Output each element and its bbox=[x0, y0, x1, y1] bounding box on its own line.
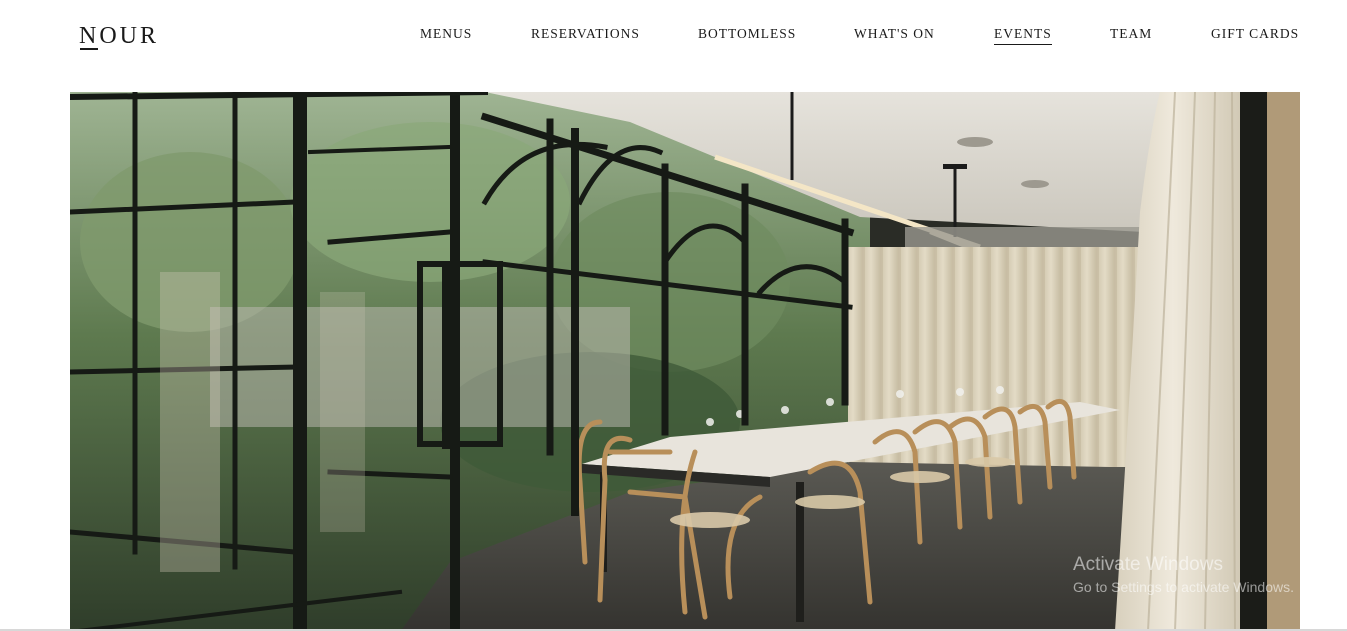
nav-reservations[interactable]: RESERVATIONS bbox=[531, 25, 640, 43]
nav-events[interactable]: EVENTS bbox=[994, 25, 1052, 45]
main-navigation: MENUS RESERVATIONS BOTTOMLESS WHAT'S ON … bbox=[0, 25, 1347, 45]
nav-whats-on[interactable]: WHAT'S ON bbox=[854, 25, 935, 43]
dining-room-illustration bbox=[70, 92, 1300, 631]
nav-bottomless[interactable]: BOTTOMLESS bbox=[698, 25, 796, 43]
nav-gift-cards[interactable]: GIFT CARDS bbox=[1211, 25, 1299, 43]
hero-image bbox=[70, 92, 1300, 631]
nav-menus[interactable]: MENUS bbox=[420, 25, 472, 43]
nav-team[interactable]: TEAM bbox=[1110, 25, 1152, 43]
